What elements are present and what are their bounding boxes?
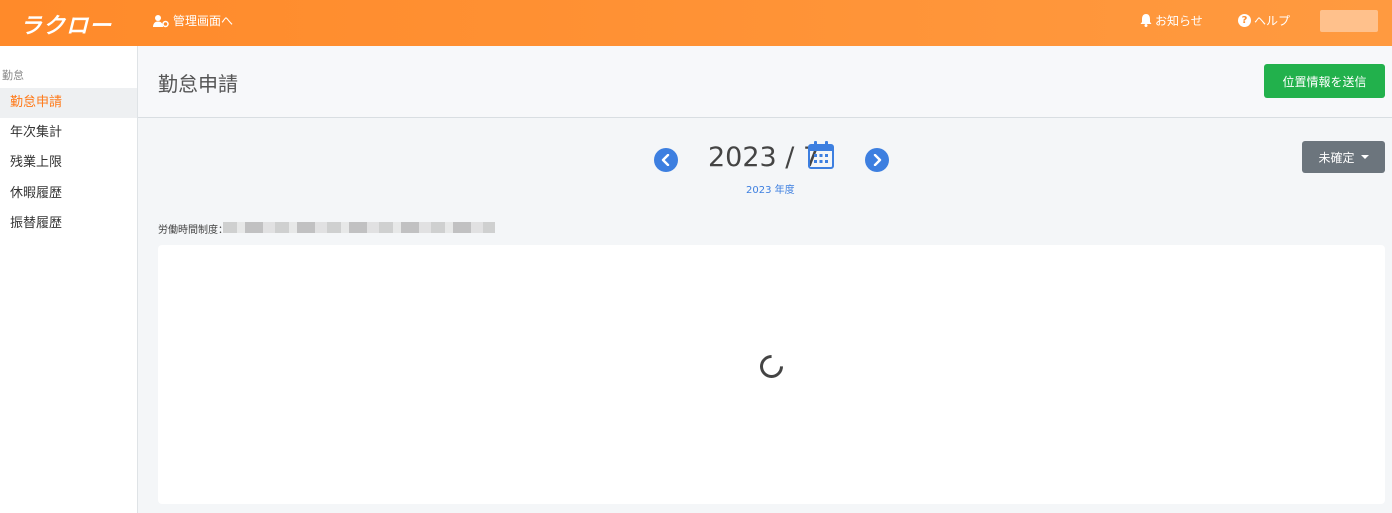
sidebar: 勤怠 勤怠申請 年次集計 残業上限 休暇履歴 振替履歴: [0, 46, 138, 513]
send-location-button[interactable]: 位置情報を送信: [1264, 64, 1385, 98]
work-system-label: 労働時間制度：: [158, 225, 228, 236]
user-cog-icon: [153, 14, 169, 27]
loading-spinner-icon: [755, 350, 788, 383]
work-system-value-redacted: [223, 222, 495, 233]
sidebar-item-leave-history[interactable]: 休暇履歴: [0, 179, 137, 209]
app-logo[interactable]: ラクロー: [20, 8, 112, 40]
sidebar-item-annual-summary[interactable]: 年次集計: [0, 118, 137, 148]
page-header: 勤怠申請 位置情報を送信: [138, 46, 1392, 118]
help-label: ヘルプ: [1254, 14, 1291, 28]
attendance-panel: [158, 245, 1385, 504]
status-dropdown[interactable]: 未確定: [1302, 141, 1385, 173]
status-dropdown-label: 未確定: [1318, 150, 1355, 165]
sidebar-item-overtime-limit[interactable]: 残業上限: [0, 148, 137, 178]
chevron-right-icon: [873, 154, 882, 166]
fiscal-year-label: 2023 年度: [746, 185, 795, 196]
notice-link[interactable]: お知らせ: [1140, 12, 1203, 29]
user-menu[interactable]: [1320, 10, 1378, 32]
bell-icon: [1140, 14, 1152, 27]
page-title: 勤怠申請: [158, 72, 238, 96]
caret-down-icon: [1360, 155, 1369, 159]
sidebar-group-label: 勤怠: [2, 69, 24, 82]
help-link[interactable]: ? ヘルプ: [1238, 12, 1290, 29]
next-month-button[interactable]: [865, 148, 889, 172]
sidebar-item-attendance-request[interactable]: 勤怠申請: [0, 88, 137, 118]
notice-label: お知らせ: [1155, 14, 1203, 28]
top-bar: ラクロー 管理画面へ お知らせ ? ヘルプ: [0, 0, 1392, 46]
current-month: 2023 / 7: [708, 142, 821, 173]
prev-month-button[interactable]: [654, 148, 678, 172]
admin-link-label: 管理画面へ: [173, 14, 234, 28]
calendar-icon[interactable]: [808, 141, 834, 169]
question-circle-icon: ?: [1238, 14, 1251, 27]
sidebar-item-transfer-history[interactable]: 振替履歴: [0, 209, 137, 239]
admin-link[interactable]: 管理画面へ: [153, 12, 233, 29]
chevron-left-icon: [661, 154, 670, 166]
